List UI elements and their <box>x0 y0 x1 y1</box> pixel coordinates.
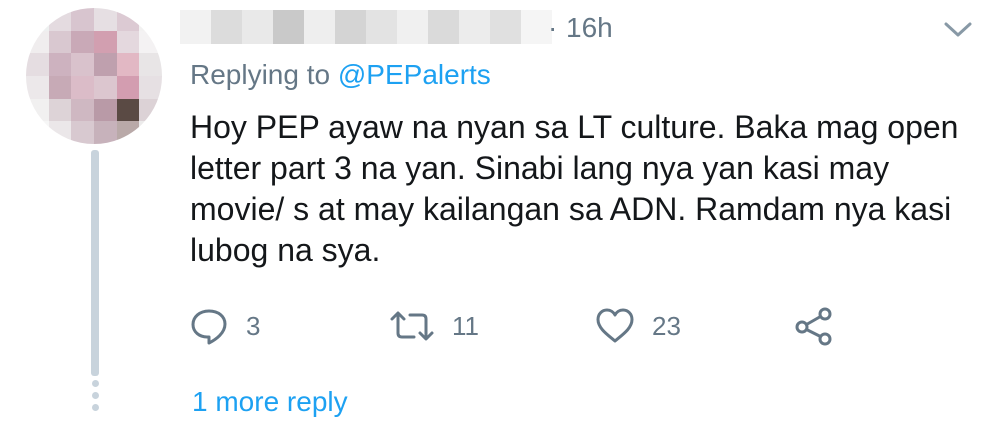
timestamp[interactable]: 16h <box>566 12 613 44</box>
mention-link[interactable]: @PEPalerts <box>338 59 491 90</box>
replying-to-label: Replying to <box>190 59 338 90</box>
display-name-redacted[interactable] <box>180 10 552 44</box>
thread-line <box>91 150 99 376</box>
timestamp-separator: · <box>548 12 558 43</box>
reply-button[interactable]: 3 <box>188 302 260 350</box>
show-more-replies-link[interactable]: 1 more reply <box>192 384 348 420</box>
action-bar: 3 11 23 <box>188 302 848 350</box>
avatar[interactable] <box>26 8 162 144</box>
reply-count: 3 <box>246 310 261 341</box>
retweet-count: 11 <box>452 310 479 341</box>
chevron-down-icon[interactable] <box>942 20 974 40</box>
tweet[interactable]: · 16h Replying to @PEPalerts Hoy PEP aya… <box>0 0 1000 444</box>
thread-continuation-dots <box>89 380 101 411</box>
like-count: 23 <box>652 310 681 341</box>
retweet-button[interactable]: 11 <box>388 302 479 350</box>
retweet-icon <box>390 311 434 341</box>
share-icon <box>795 307 832 346</box>
reply-icon <box>191 309 227 345</box>
replying-to: Replying to @PEPalerts <box>190 58 491 92</box>
share-button[interactable] <box>793 302 835 350</box>
heart-icon <box>596 308 634 343</box>
like-button[interactable]: 23 <box>594 302 681 350</box>
tweet-text: Hoy PEP ayaw na nyan sa LT culture. Baka… <box>190 109 959 268</box>
